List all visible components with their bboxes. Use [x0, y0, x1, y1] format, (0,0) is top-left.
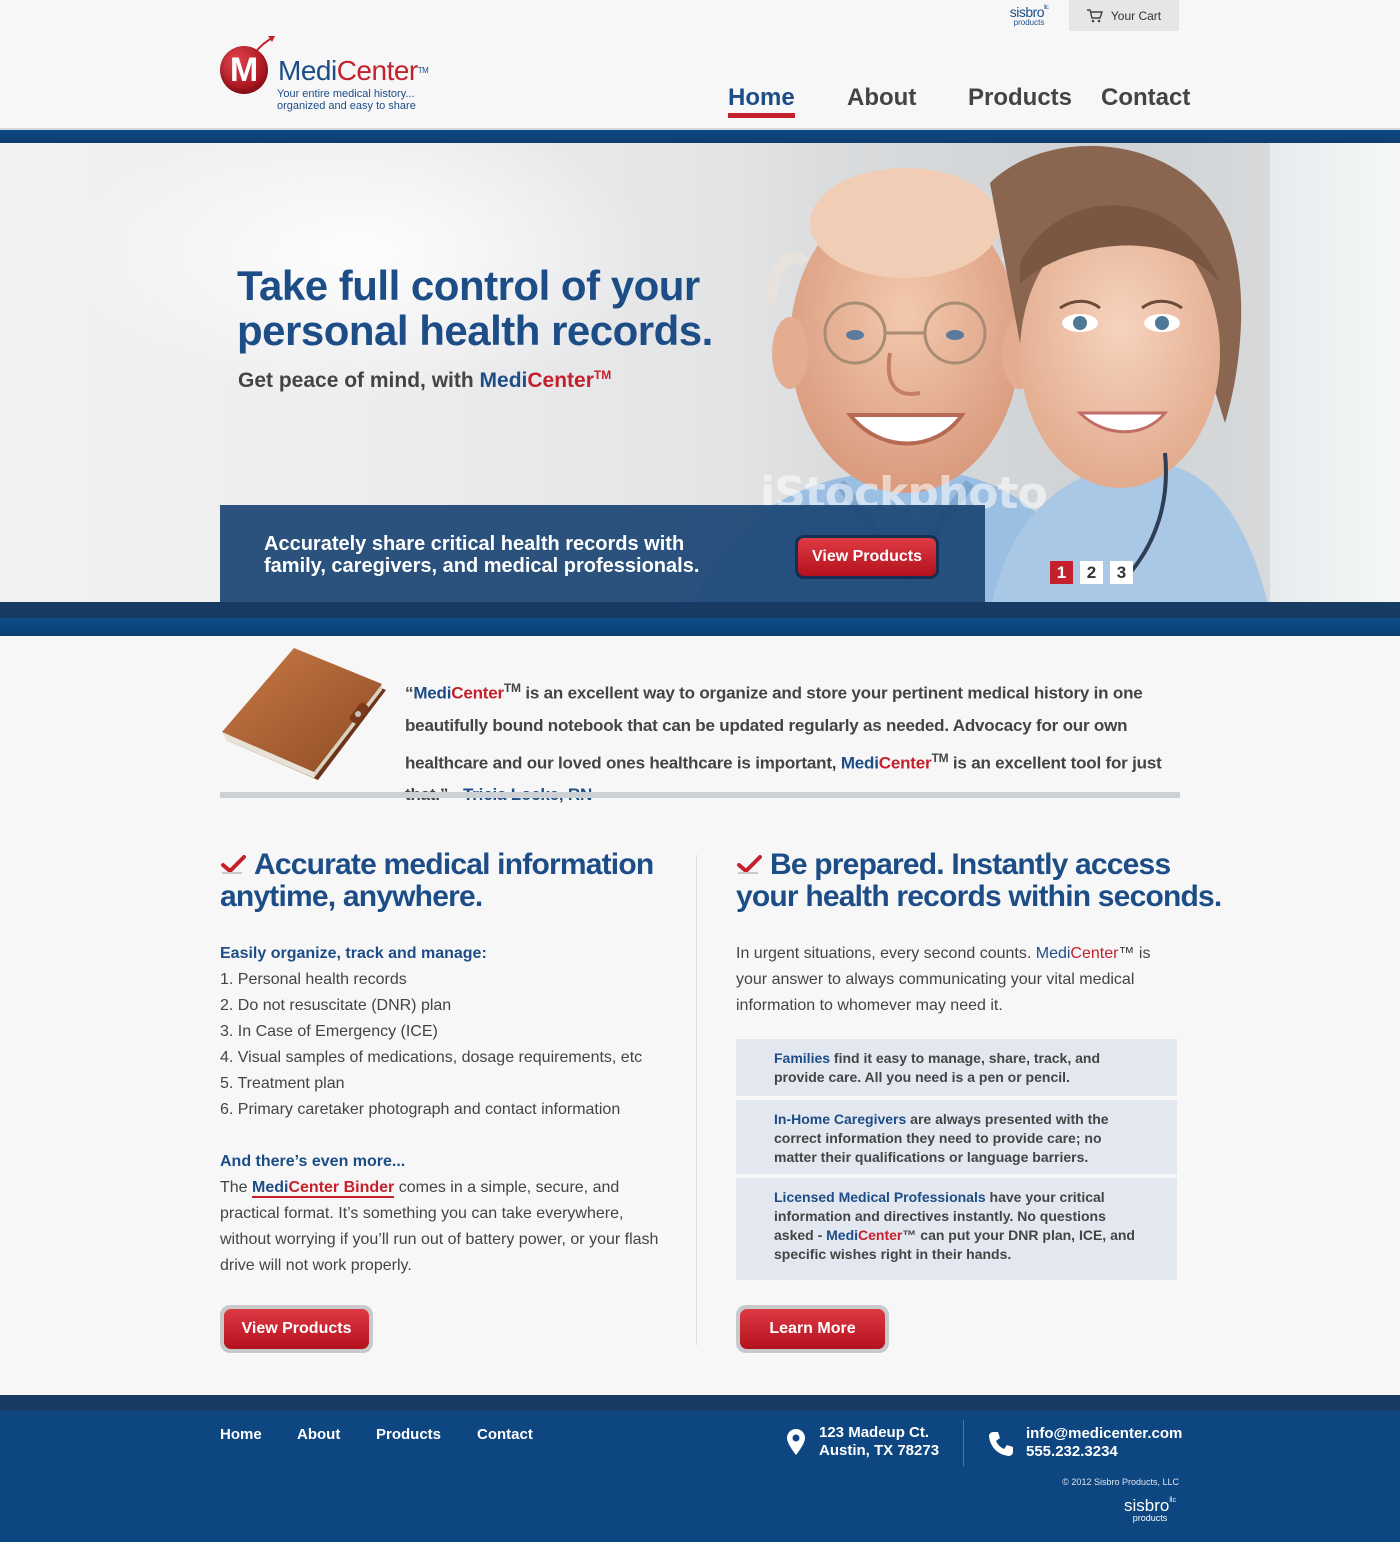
list-item: 4. Visual samples of medications, dosage… [220, 1049, 643, 1066]
slide-pager: 1 2 3 [1050, 561, 1133, 584]
column-separator [696, 855, 697, 1345]
right-intro: In urgent situations, every second count… [736, 945, 1151, 1014]
footer-contact: info@medicenter.com 555.232.3234 [1026, 1425, 1182, 1461]
hero-subtitle: Get peace of mind, with MediCenterTM [238, 368, 612, 392]
checkmark-icon [737, 855, 762, 874]
footer-email[interactable]: info@medicenter.com [1026, 1425, 1182, 1443]
footer-top-band [0, 1395, 1400, 1411]
header-band [0, 130, 1400, 143]
list-item: 1. Personal health records [220, 971, 407, 988]
sisbro-partner-logo[interactable]: sisbrollc products [1003, 5, 1055, 27]
list-item: 5. Treatment plan [220, 1075, 345, 1092]
footer-copyright: © 2012 Sisbro Products, LLC [1062, 1477, 1179, 1487]
section-divider [220, 792, 1180, 798]
hero-bottom-band [0, 602, 1400, 618]
info-box-professionals: Licensed Medical Professionals have your… [736, 1178, 1177, 1280]
cart-label: Your Cart [1110, 8, 1162, 23]
footer-sisbro-logo[interactable]: sisbrollc products [1120, 1497, 1180, 1523]
nav-about[interactable]: About [847, 84, 916, 112]
view-products-button[interactable]: View Products [220, 1305, 373, 1353]
hero-callout-text: Accurately share critical health records… [264, 533, 700, 577]
right-column-title: Be prepared. Instantly access your healt… [736, 848, 1222, 913]
location-pin-icon [787, 1429, 805, 1455]
site-header: sisbrollc products Your Cart M MediCente… [0, 0, 1400, 128]
list-item: 2. Do not resuscitate (DNR) plan [220, 997, 452, 1014]
logo-wordmark: MediCenterTM [278, 55, 429, 86]
phone-icon [989, 1432, 1013, 1456]
hero-callout-bar: Accurately share critical health records… [220, 505, 985, 602]
learn-more-button[interactable]: Learn More [736, 1305, 889, 1353]
info-box-families: Families find it easy to manage, share, … [736, 1039, 1177, 1096]
footer-phone[interactable]: 555.232.3234 [1026, 1443, 1182, 1461]
cart-icon [1086, 8, 1103, 22]
learn-more-label: Learn More [740, 1309, 885, 1349]
more-heading: And there’s even more... [220, 1153, 406, 1170]
partner-sub: products [1013, 18, 1045, 27]
hero-banner: iStockphoto Take full control of your pe… [0, 143, 1400, 602]
hero-title: Take full control of your personal healt… [237, 262, 713, 354]
logo-tagline: Your entire medical history... organized … [277, 88, 416, 112]
footer-nav-about[interactable]: About [297, 1426, 340, 1443]
more-paragraph: The MediCenter Binder comes in a simple,… [220, 1179, 659, 1274]
list-item: 6. Primary caretaker photograph and cont… [220, 1101, 621, 1118]
footer-nav-products[interactable]: Products [376, 1426, 441, 1443]
logo-m-icon: M [220, 46, 268, 94]
site-footer: Home About Products Contact 123 Madeup C… [0, 1411, 1400, 1542]
footer-nav-home[interactable]: Home [220, 1426, 262, 1443]
feature-list: 1. Personal health records 2. Do not res… [220, 967, 642, 1123]
slide-dot-3[interactable]: 3 [1110, 561, 1133, 584]
footer-separator [963, 1420, 964, 1466]
list-item: 3. In Case of Emergency (ICE) [220, 1023, 438, 1040]
nav-contact[interactable]: Contact [1101, 84, 1190, 112]
info-box-caregivers: In-Home Caregivers are always presented … [736, 1100, 1177, 1174]
medicenter-logo[interactable]: M MediCenterTM Your entire medical histo… [220, 34, 460, 116]
testimonial-quote: “MediCenterTM is an excellent way to org… [405, 672, 1195, 811]
footer-address: 123 Madeup Ct. Austin, TX 78273 [819, 1424, 940, 1459]
footer-nav-contact[interactable]: Contact [477, 1426, 533, 1443]
left-column-title: Accurate medical information anytime, an… [220, 848, 654, 913]
slide-dot-1[interactable]: 1 [1050, 561, 1073, 584]
nav-home[interactable]: Home [728, 84, 795, 118]
cart-button[interactable]: Your Cart [1069, 0, 1179, 31]
hero-background-window [1270, 143, 1400, 602]
partner-suffix: llc [1044, 5, 1049, 11]
binder-product-image [222, 648, 386, 780]
nav-products[interactable]: Products [968, 84, 1072, 112]
hero-bottom-stripe [0, 618, 1400, 636]
view-products-label: View Products [224, 1309, 369, 1349]
slide-dot-2[interactable]: 2 [1080, 561, 1103, 584]
hero-view-products-button[interactable]: View Products [795, 535, 939, 579]
list-heading: Easily organize, track and manage: [220, 945, 487, 962]
binder-link[interactable]: MediCenter Binder [252, 1179, 395, 1198]
checkmark-icon [221, 855, 246, 874]
